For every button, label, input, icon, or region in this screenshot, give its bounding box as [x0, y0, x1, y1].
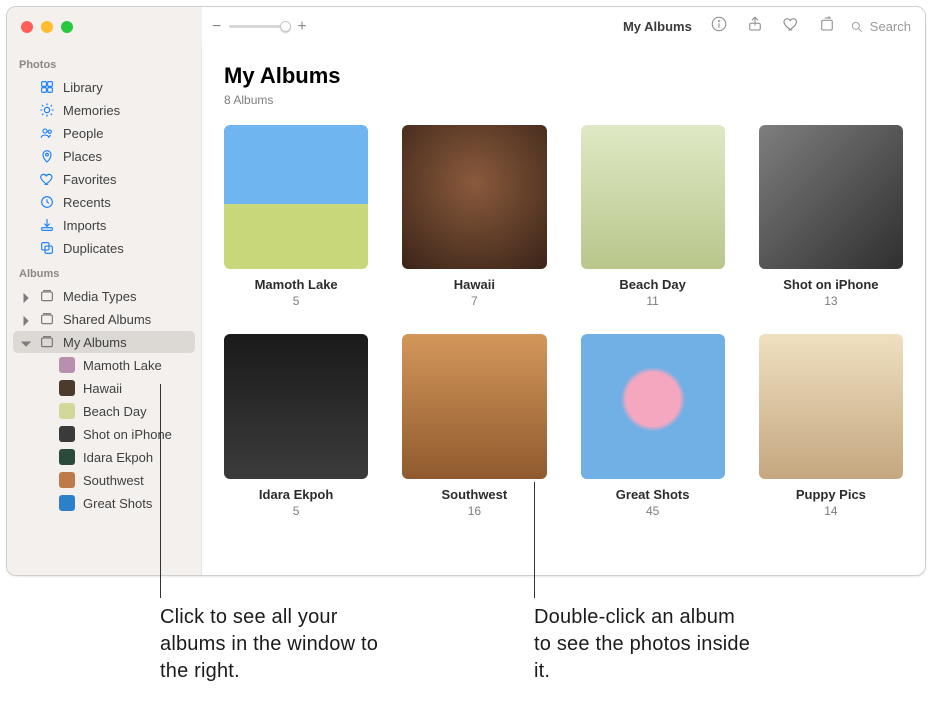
- sidebar-item-recents[interactable]: Recents: [13, 191, 195, 213]
- album-cover: [224, 334, 368, 478]
- album-tile[interactable]: Puppy Pics 14: [759, 334, 903, 517]
- album-title: Hawaii: [402, 277, 546, 292]
- callout-text-right: Double-click an album to see the photos …: [534, 604, 754, 685]
- sidebar-item-shared-albums[interactable]: Shared Albums: [13, 308, 195, 330]
- page-title: My Albums: [224, 63, 903, 89]
- callout-line-left: [160, 384, 161, 598]
- thumbnail-zoom-slider[interactable]: − +: [212, 18, 307, 36]
- album-tile[interactable]: Hawaii 7: [402, 125, 546, 308]
- album-cover: [224, 125, 368, 269]
- album-count: 13: [759, 294, 903, 308]
- disclosure-icon[interactable]: [21, 314, 31, 324]
- album-count: 45: [581, 504, 725, 518]
- album-cover: [581, 334, 725, 478]
- sidebar-item-people[interactable]: People: [13, 122, 195, 144]
- rotate-icon[interactable]: [818, 15, 836, 38]
- album-count: 11: [581, 294, 725, 308]
- album-count: 5: [224, 294, 368, 308]
- sidebar-item-media-types[interactable]: Media Types: [13, 285, 195, 307]
- disclosure-icon[interactable]: [21, 291, 31, 301]
- album-cover: [402, 125, 546, 269]
- sidebar-item-memories[interactable]: Memories: [13, 99, 195, 121]
- album-thumb-icon: [59, 449, 75, 465]
- callout-text-left: Click to see all your albums in the wind…: [160, 604, 390, 685]
- album-title: Puppy Pics: [759, 487, 903, 502]
- album-tile[interactable]: Great Shots 45: [581, 334, 725, 517]
- sidebar-item-places[interactable]: Places: [13, 145, 195, 167]
- sidebar-section-albums: Albums: [7, 260, 201, 284]
- share-icon[interactable]: [746, 15, 764, 38]
- album-count: 5: [224, 504, 368, 518]
- favorite-icon[interactable]: [782, 15, 800, 38]
- titlebar: − + My Albums Search: [7, 7, 925, 47]
- search-icon: [850, 20, 864, 34]
- album-title: Shot on iPhone: [759, 277, 903, 292]
- disclosure-icon[interactable]: [21, 337, 31, 347]
- zoom-in-icon: +: [297, 18, 306, 36]
- album-cover: [402, 334, 546, 478]
- album-tile[interactable]: Southwest 16: [402, 334, 546, 517]
- album-title: Idara Ekpoh: [224, 487, 368, 502]
- zoom-out-icon: −: [212, 18, 221, 36]
- view-title: My Albums: [623, 19, 692, 34]
- sidebar-item-favorites[interactable]: Favorites: [13, 168, 195, 190]
- sidebar-album-idara-ekpoh[interactable]: Idara Ekpoh: [13, 446, 195, 468]
- app-window: − + My Albums Search Photos LibraryMemor…: [6, 6, 926, 576]
- fullscreen-button[interactable]: [61, 21, 73, 33]
- album-count: 16: [402, 504, 546, 518]
- content-area: My Albums 8 Albums Mamoth Lake 5 Hawaii 7 Be…: [202, 47, 925, 575]
- sidebar-item-library[interactable]: Library: [13, 76, 195, 98]
- album-title: Southwest: [402, 487, 546, 502]
- album-thumb-icon: [59, 380, 75, 396]
- album-title: Mamoth Lake: [224, 277, 368, 292]
- album-thumb-icon: [59, 403, 75, 419]
- sidebar-section-photos: Photos: [7, 51, 201, 75]
- callout-line-right: [534, 482, 535, 598]
- album-cover: [759, 125, 903, 269]
- info-icon[interactable]: [710, 15, 728, 38]
- album-title: Great Shots: [581, 487, 725, 502]
- album-tile[interactable]: Beach Day 11: [581, 125, 725, 308]
- album-tile[interactable]: Idara Ekpoh 5: [224, 334, 368, 517]
- sidebar-item-my-albums[interactable]: My Albums: [13, 331, 195, 353]
- page-subtitle: 8 Albums: [224, 93, 903, 107]
- album-thumb-icon: [59, 426, 75, 442]
- album-thumb-icon: [59, 472, 75, 488]
- album-thumb-icon: [59, 495, 75, 511]
- minimize-button[interactable]: [41, 21, 53, 33]
- album-cover: [581, 125, 725, 269]
- sidebar-album-shot-on-iphone[interactable]: Shot on iPhone: [13, 423, 195, 445]
- sidebar-album-southwest[interactable]: Southwest: [13, 469, 195, 491]
- sidebar-album-great-shots[interactable]: Great Shots: [13, 492, 195, 514]
- album-cover: [759, 334, 903, 478]
- album-tile[interactable]: Mamoth Lake 5: [224, 125, 368, 308]
- search-field[interactable]: Search: [850, 19, 911, 34]
- album-tile[interactable]: Shot on iPhone 13: [759, 125, 903, 308]
- sidebar: Photos LibraryMemoriesPeoplePlacesFavori…: [7, 47, 202, 575]
- sidebar-album-beach-day[interactable]: Beach Day: [13, 400, 195, 422]
- window-controls: [21, 21, 73, 33]
- album-thumb-icon: [59, 357, 75, 373]
- sidebar-item-imports[interactable]: Imports: [13, 214, 195, 236]
- album-title: Beach Day: [581, 277, 725, 292]
- sidebar-album-mamoth-lake[interactable]: Mamoth Lake: [13, 354, 195, 376]
- album-count: 7: [402, 294, 546, 308]
- close-button[interactable]: [21, 21, 33, 33]
- album-count: 14: [759, 504, 903, 518]
- sidebar-item-duplicates[interactable]: Duplicates: [13, 237, 195, 259]
- sidebar-album-hawaii[interactable]: Hawaii: [13, 377, 195, 399]
